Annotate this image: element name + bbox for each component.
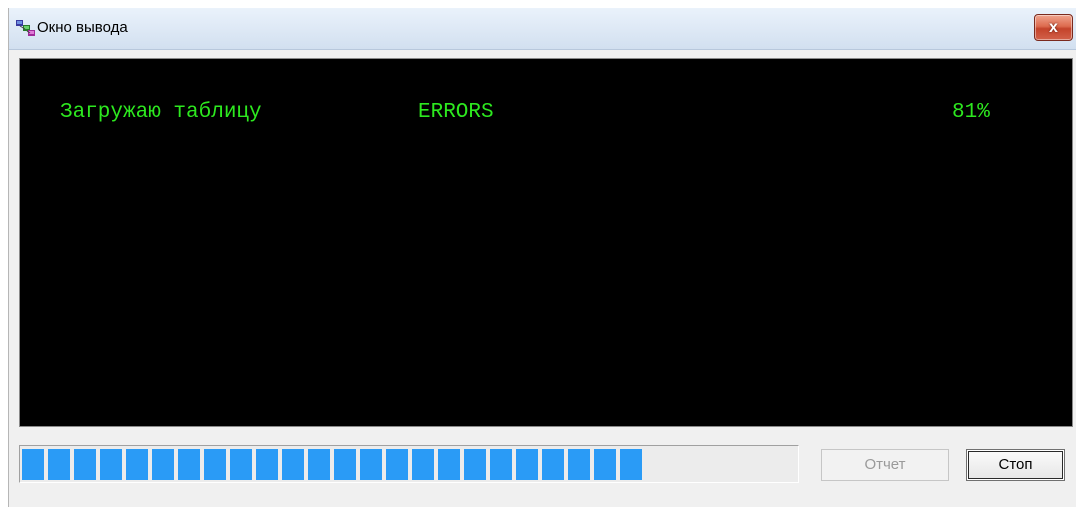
console-line: Загружаю таблицу ERRORS 81% (20, 101, 1072, 125)
console-percent: 81% (952, 101, 990, 124)
app-window-icon (16, 20, 35, 36)
report-button[interactable]: Отчет (821, 449, 949, 481)
title-bar[interactable]: Окно вывода x (9, 8, 1076, 50)
console-table-name: ERRORS (418, 101, 494, 124)
close-button[interactable]: x (1034, 14, 1073, 41)
console-status-text: Загружаю таблицу (60, 101, 262, 124)
stop-button[interactable]: Стоп (966, 449, 1065, 481)
output-console: Загружаю таблицу ERRORS 81% (19, 58, 1073, 427)
close-icon: x (1049, 19, 1058, 36)
window-title: Окно вывода (37, 19, 128, 36)
progress-bar-fill (22, 449, 642, 480)
output-window: Окно вывода x Загружаю таблицу ERRORS 81… (8, 8, 1076, 507)
progress-bar (19, 445, 799, 483)
